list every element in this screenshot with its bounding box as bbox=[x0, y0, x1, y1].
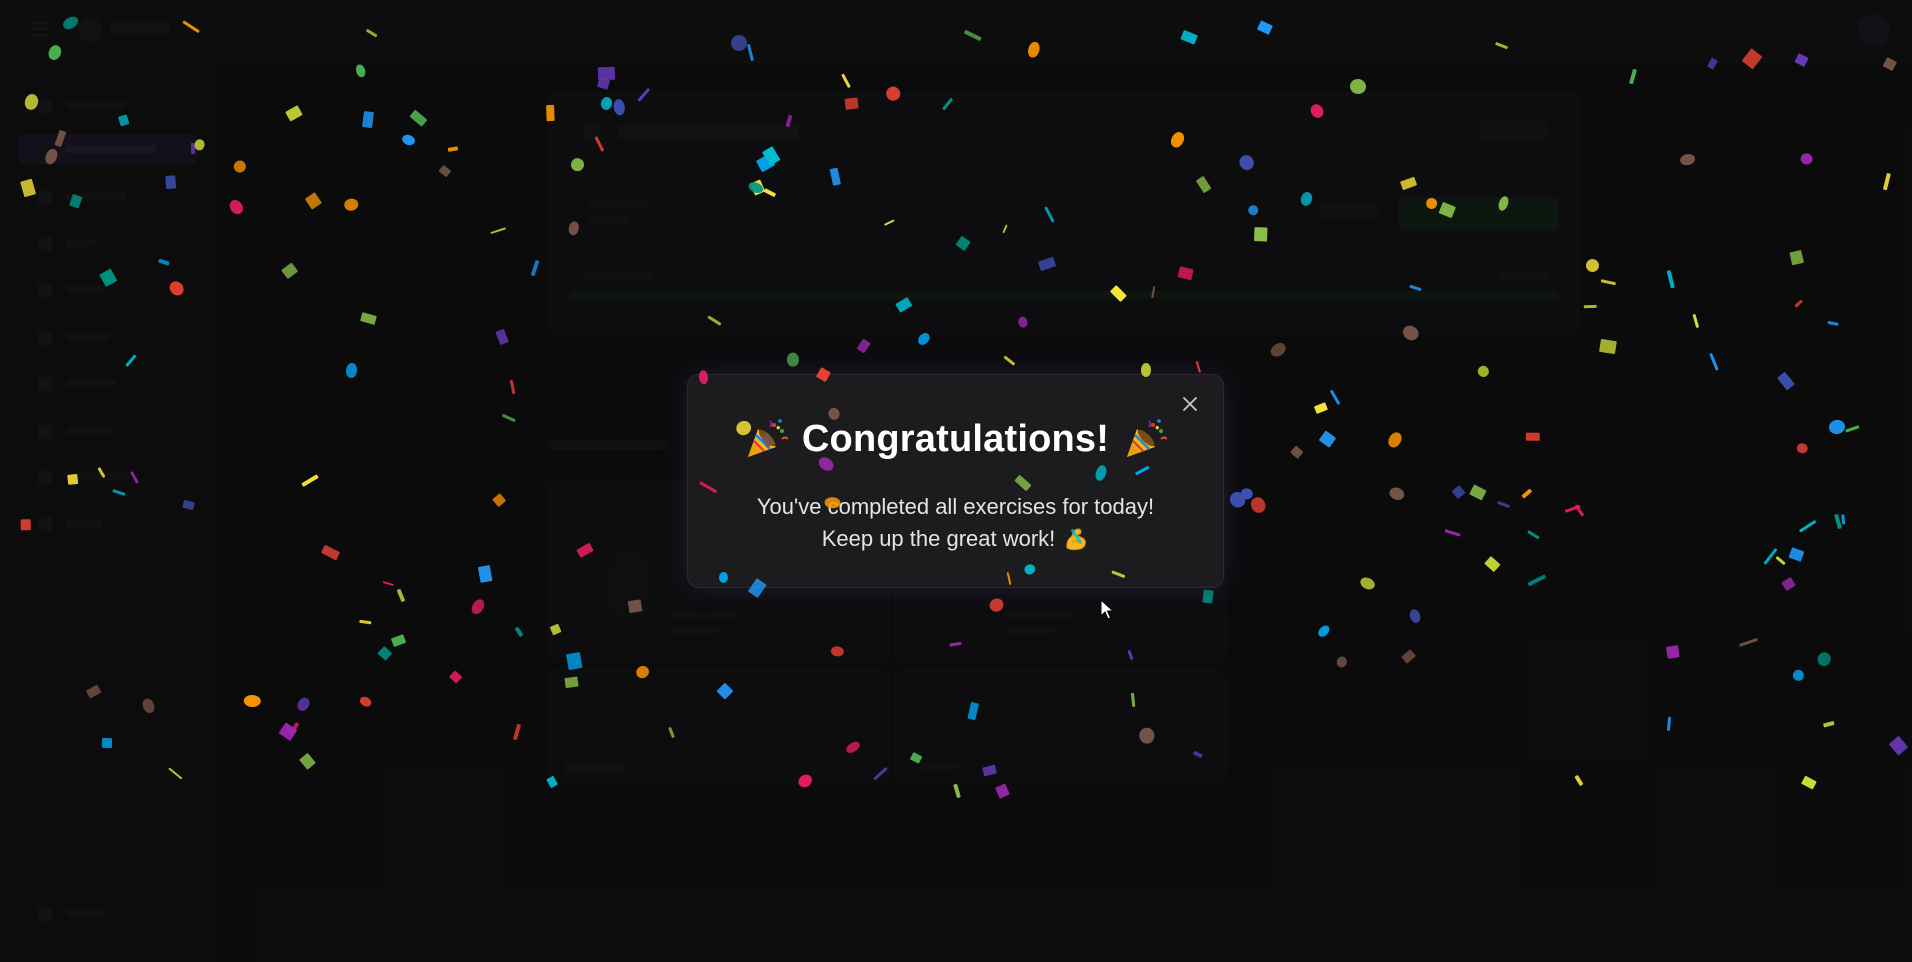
dialog-message: You've completed all exercises for today… bbox=[688, 491, 1223, 555]
flexed-biceps-icon bbox=[1066, 528, 1087, 551]
party-popper-icon bbox=[1127, 419, 1168, 457]
app-window: Congratulations! You've completed all ex… bbox=[0, 0, 1912, 962]
message-line-1: You've completed all exercises for today… bbox=[756, 494, 1155, 519]
congratulations-dialog: Congratulations! You've completed all ex… bbox=[687, 374, 1224, 588]
close-button[interactable] bbox=[1179, 393, 1201, 415]
message-line-2: Keep up the great work! bbox=[821, 526, 1056, 551]
close-icon bbox=[1183, 397, 1197, 411]
dialog-title: Congratulations! bbox=[801, 417, 1110, 460]
message-line-2-row: Keep up the great work! bbox=[822, 523, 1090, 555]
party-popper-icon bbox=[747, 419, 788, 457]
dialog-title-row: Congratulations! bbox=[688, 417, 1223, 461]
mouse-cursor-icon bbox=[1100, 599, 1114, 620]
